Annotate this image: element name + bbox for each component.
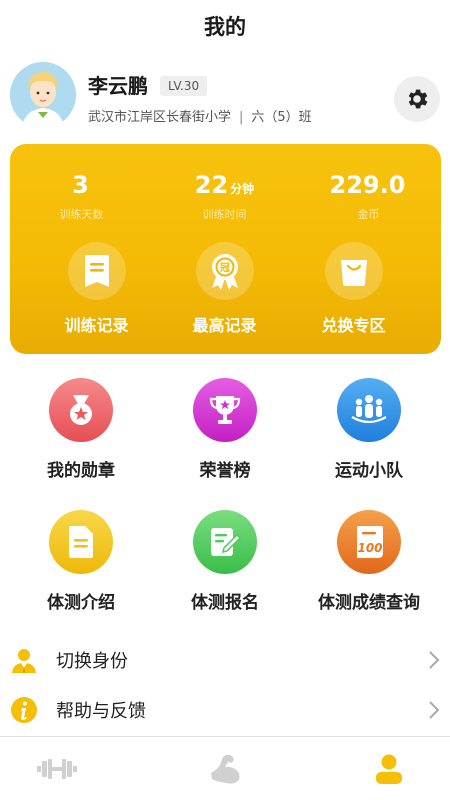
sports-team-button[interactable]: 运动小队 — [294, 378, 444, 481]
grid-label: 我的勋章 — [47, 461, 115, 481]
fitness-test-intro-button[interactable]: 体测介绍 — [6, 510, 156, 613]
icon-circle: 冠 — [195, 242, 254, 300]
menu-label: 帮助与反馈 — [56, 701, 146, 722]
profile-section: 李云鹏 LV.30 武汉市江岸区长春街小学 | 六（5）班 — [0, 58, 450, 134]
training-record-button[interactable]: 训练记录 — [25, 242, 168, 336]
chevron-right-icon — [429, 651, 440, 669]
svg-text:100: 100 — [357, 541, 382, 555]
stat-value: 229.0 — [329, 171, 406, 199]
help-feedback-row[interactable]: 帮助与反馈 — [0, 686, 450, 734]
bottom-tab-bar — [0, 736, 450, 800]
grid-label: 运动小队 — [335, 461, 403, 481]
exchange-zone-button[interactable]: 兑换专区 — [282, 242, 425, 336]
stat-training-days: 3 训练天数 — [10, 170, 153, 222]
stat-label: 训练天数 — [59, 208, 104, 221]
stat-value: 3 — [72, 171, 89, 199]
arm-icon — [211, 754, 240, 784]
stat-label: 训练时间 — [202, 208, 247, 221]
icon-circle: 100 — [337, 510, 401, 574]
grid-label: 体测报名 — [191, 593, 259, 613]
tab-sport[interactable] — [200, 749, 250, 789]
score-100-icon: 100 — [357, 526, 383, 558]
user-icon — [376, 754, 402, 784]
stats-card: 3 训练天数 22 分钟 训练时间 229.0 金币 训练记录 冠 最高记录 兑… — [10, 144, 441, 354]
medal-icon — [70, 395, 92, 425]
fitness-test-signup-button[interactable]: 体测报名 — [150, 510, 300, 613]
settings-button[interactable] — [394, 76, 440, 122]
icon-circle — [324, 242, 383, 300]
page-header: 我的 — [0, 0, 450, 52]
chevron-right-icon — [429, 701, 440, 719]
edit-icon — [211, 528, 242, 556]
quick-action-label: 最高记录 — [192, 316, 257, 335]
document-icon — [69, 526, 93, 558]
class-name: 六（5）班 — [251, 110, 312, 125]
icon-circle — [49, 378, 113, 442]
school-info: 武汉市江岸区长春街小学 | 六（5）班 — [88, 106, 312, 125]
team-icon — [351, 395, 387, 424]
icon-circle — [49, 510, 113, 574]
best-record-button[interactable]: 冠 最高记录 — [153, 242, 296, 336]
quick-action-label: 兑换专区 — [321, 316, 386, 335]
stat-coins: 229.0 金币 — [297, 170, 440, 222]
shopping-bag-icon — [340, 260, 367, 286]
medal-icon: 冠 — [211, 254, 238, 290]
separator: | — [239, 110, 244, 125]
avatar[interactable] — [10, 62, 76, 128]
trophy-icon — [209, 396, 241, 424]
level-badge: LV.30 — [160, 76, 208, 96]
stat-label: 金币 — [357, 208, 380, 221]
quick-action-label: 训练记录 — [64, 316, 129, 335]
grid-label: 体测成绩查询 — [318, 593, 420, 613]
svg-text:冠: 冠 — [220, 262, 230, 274]
my-medals-button[interactable]: 我的勋章 — [6, 378, 156, 481]
menu-label: 切换身份 — [56, 651, 128, 672]
info-icon — [11, 697, 37, 723]
fitness-score-query-button[interactable]: 100 体测成绩查询 — [294, 510, 444, 613]
gear-icon — [408, 89, 428, 109]
icon-circle — [337, 378, 401, 442]
dumbbell-icon — [37, 759, 77, 779]
icon-circle — [67, 242, 126, 300]
stat-training-time: 22 分钟 训练时间 — [153, 170, 296, 222]
tab-training[interactable] — [32, 749, 82, 789]
stat-unit: 分钟 — [230, 182, 255, 196]
page-title: 我的 — [204, 15, 246, 39]
switch-identity-row[interactable]: 切换身份 — [0, 636, 450, 684]
tab-mine[interactable] — [364, 749, 414, 789]
user-switch-icon — [12, 649, 36, 673]
stat-value: 22 — [194, 171, 229, 199]
school-name: 武汉市江岸区长春街小学 — [88, 110, 232, 125]
icon-circle — [193, 510, 257, 574]
grid-label: 荣誉榜 — [199, 461, 251, 481]
honor-roll-button[interactable]: 荣誉榜 — [150, 378, 300, 481]
document-icon — [84, 255, 109, 287]
user-name: 李云鹏 — [88, 74, 148, 98]
icon-circle — [193, 378, 257, 442]
grid-label: 体测介绍 — [47, 593, 115, 613]
